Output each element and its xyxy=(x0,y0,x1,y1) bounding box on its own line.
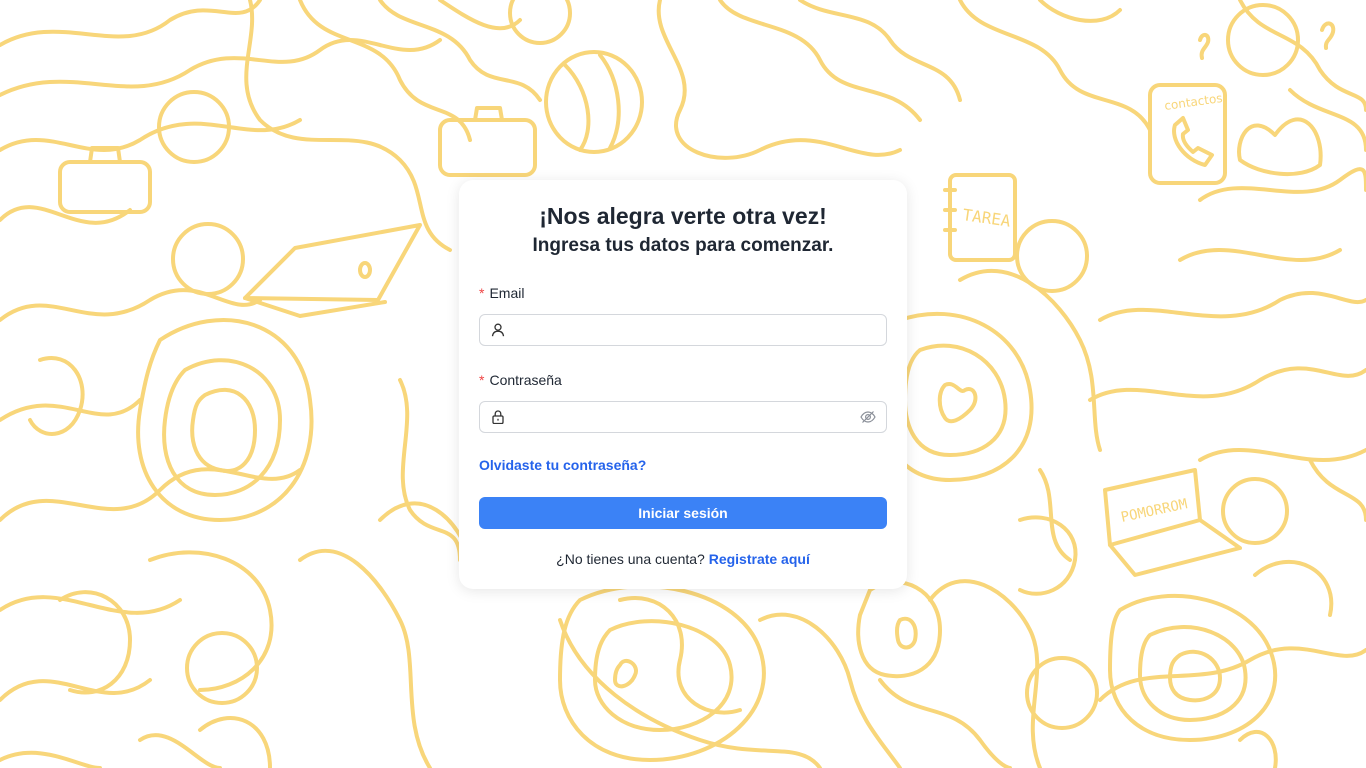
laptop-doodle-text: POMORROM xyxy=(1120,496,1189,526)
forgot-password-link[interactable]: Olvidaste tu contraseña? xyxy=(479,457,646,473)
user-icon xyxy=(491,323,505,337)
phonebook-doodle-text: contactos xyxy=(1163,91,1223,113)
register-link[interactable]: Registrate aquí xyxy=(709,551,810,567)
email-label-text: Email xyxy=(489,285,525,301)
register-prompt: ¿No tienes una cuenta? Registrate aquí xyxy=(459,551,907,567)
email-input[interactable] xyxy=(512,315,856,347)
email-field-wrapper xyxy=(479,314,887,347)
required-mark: * xyxy=(479,285,485,301)
password-label: * Contraseña xyxy=(479,372,562,388)
password-input[interactable] xyxy=(512,402,856,434)
eye-off-icon[interactable] xyxy=(860,410,876,424)
lock-icon xyxy=(492,410,504,424)
login-card: ¡Nos alegra verte otra vez! Ingresa tus … xyxy=(459,180,907,589)
register-prompt-text: ¿No tienes una cuenta? xyxy=(556,551,705,567)
login-subtitle: Ingresa tus datos para comenzar. xyxy=(532,235,834,256)
email-label: * Email xyxy=(479,285,524,301)
required-mark: * xyxy=(479,372,485,388)
login-button[interactable]: Iniciar sesión xyxy=(479,497,887,529)
login-page: TAREA contactos POMORROM ¡Nos alegra ver… xyxy=(0,0,1366,768)
login-title: ¡Nos alegra verte otra vez! xyxy=(539,203,827,229)
password-label-text: Contraseña xyxy=(489,372,562,388)
password-field-wrapper xyxy=(479,401,887,434)
notebook-doodle-text: TAREA xyxy=(961,205,1012,231)
